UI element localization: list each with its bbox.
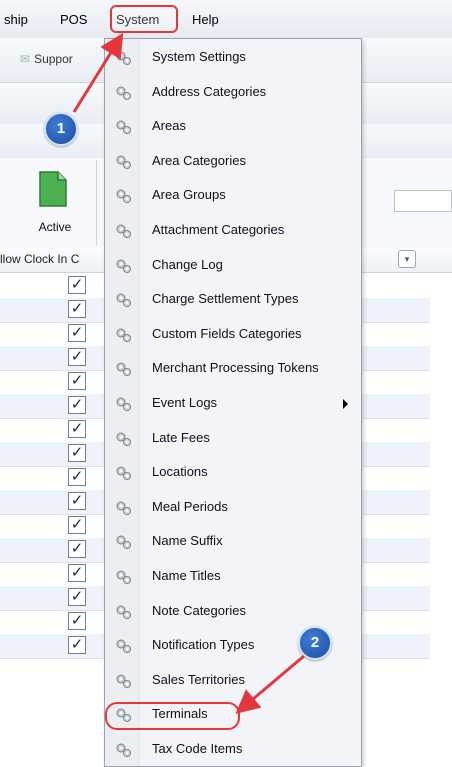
active-button[interactable]: Active <box>28 170 82 240</box>
gear-icon <box>116 155 131 169</box>
menu-item-label: Merchant Processing Tokens <box>152 360 319 376</box>
gear-icon <box>116 86 131 100</box>
gear-icon <box>116 259 131 273</box>
menu-help[interactable]: Help <box>192 10 219 30</box>
step-badge-1: 1 <box>44 112 78 146</box>
menu-item-areas[interactable]: Areas <box>105 110 361 144</box>
gear-icon <box>116 605 131 619</box>
allow-clock-in-checkbox[interactable]: ✓ <box>68 612 86 630</box>
menu-item-label: Late Fees <box>152 429 210 445</box>
allow-clock-in-checkbox[interactable]: ✓ <box>68 636 86 654</box>
menu-item-label: Meal Periods <box>152 498 228 514</box>
active-label: Active <box>38 220 72 234</box>
support-button[interactable]: ✉ Suppor <box>20 52 73 66</box>
menu-item-label: Charge Settlement Types <box>152 291 299 307</box>
search-field[interactable] <box>394 190 452 212</box>
allow-clock-in-checkbox[interactable]: ✓ <box>68 564 86 582</box>
allow-clock-in-checkbox[interactable]: ✓ <box>68 444 86 462</box>
allow-clock-in-checkbox[interactable]: ✓ <box>68 372 86 390</box>
gear-icon <box>116 397 131 411</box>
allow-clock-in-checkbox[interactable]: ✓ <box>68 420 86 438</box>
support-label: Suppor <box>34 52 73 66</box>
column-header-label: llow Clock In C <box>0 252 80 266</box>
menu-item-address-categories[interactable]: Address Categories <box>105 76 361 110</box>
menu-item-label: Name Suffix <box>152 533 223 549</box>
allow-clock-in-checkbox[interactable]: ✓ <box>68 348 86 366</box>
menu-item-attachment-categories[interactable]: Attachment Categories <box>105 214 361 248</box>
menu-item-event-logs[interactable]: Event Logs <box>105 387 361 421</box>
gear-icon <box>116 535 131 550</box>
menu-item-charge-settlement-types[interactable]: Charge Settlement Types <box>105 283 361 317</box>
allow-clock-in-checkbox[interactable]: ✓ <box>68 468 86 486</box>
allow-clock-in-checkbox[interactable]: ✓ <box>68 540 86 558</box>
gear-icon <box>116 570 131 584</box>
allow-clock-in-checkbox[interactable]: ✓ <box>68 396 86 414</box>
gear-icon <box>116 466 131 481</box>
column-filter-button[interactable]: ▾ <box>398 250 416 268</box>
terminals-highlight <box>105 702 240 730</box>
allow-clock-in-checkbox[interactable]: ✓ <box>68 324 86 342</box>
menu-item-label: Notification Types <box>152 637 255 653</box>
gear-icon <box>116 674 131 688</box>
gear-icon <box>116 328 131 342</box>
menu-item-label: Areas <box>152 118 186 134</box>
allow-clock-in-checkbox[interactable]: ✓ <box>68 516 86 534</box>
menu-item-label: Name Titles <box>152 568 221 583</box>
menu-item-label: Area Categories <box>152 152 246 168</box>
gear-icon <box>116 362 131 377</box>
menu-item-merchant-processing-tokens[interactable]: Merchant Processing Tokens <box>105 352 361 386</box>
menu-item-label: Change Log <box>152 256 223 272</box>
menu-item-custom-fields-categories[interactable]: Custom Fields Categories <box>105 318 361 352</box>
gear-icon <box>116 743 131 757</box>
menu-item-note-categories[interactable]: Note Categories <box>105 595 361 629</box>
menu-item-change-log[interactable]: Change Log <box>105 249 361 283</box>
menu-item-label: Event Logs <box>152 395 218 410</box>
system-menu-highlight <box>110 5 178 33</box>
gear-icon <box>116 224 131 238</box>
menu-item-name-suffix[interactable]: Name Suffix <box>105 525 361 559</box>
menu-item-name-titles[interactable]: Name Titles <box>105 560 361 594</box>
support-icon: ✉ <box>20 52 31 66</box>
menu-item-label: Area Groups <box>152 187 226 203</box>
gear-icon <box>116 293 131 308</box>
menu-bar: ship POS System Help <box>0 0 452 39</box>
menu-item-label: Note Categories <box>152 602 246 618</box>
menu-item-sales-territories[interactable]: Sales Territories <box>105 664 361 698</box>
gear-icon <box>116 51 131 65</box>
menu-item-label: Custom Fields Categories <box>152 325 302 341</box>
menu-item-label: Address Categories <box>152 83 267 99</box>
menu-item-area-categories[interactable]: Area Categories <box>105 145 361 179</box>
allow-clock-in-checkbox[interactable]: ✓ <box>68 588 86 606</box>
menu-pos[interactable]: POS <box>60 10 87 30</box>
menu-item-area-groups[interactable]: Area Groups <box>105 179 361 213</box>
gear-icon <box>116 639 131 654</box>
allow-clock-in-checkbox[interactable]: ✓ <box>68 276 86 294</box>
menu-item-label: Attachment Categories <box>152 222 285 237</box>
ribbon-separator <box>96 160 97 246</box>
menu-item-system-settings[interactable]: System Settings <box>105 41 361 75</box>
menu-item-tax-code-items[interactable]: Tax Code Items <box>105 733 361 767</box>
gear-icon <box>116 432 131 446</box>
gear-icon <box>116 501 131 515</box>
menu-item-label: Locations <box>152 464 208 480</box>
step-badge-2: 2 <box>298 626 332 660</box>
menu-item-meal-periods[interactable]: Meal Periods <box>105 491 361 525</box>
menu-item-label: Sales Territories <box>152 671 245 687</box>
document-icon <box>39 171 67 207</box>
menu-item-late-fees[interactable]: Late Fees <box>105 422 361 456</box>
menu-item-label: System Settings <box>152 49 246 64</box>
menu-item-label: Tax Code Items <box>152 741 243 756</box>
menu-item-locations[interactable]: Locations <box>105 456 361 490</box>
menu-ship[interactable]: ship <box>4 10 28 30</box>
gear-icon <box>116 189 131 204</box>
allow-clock-in-checkbox[interactable]: ✓ <box>68 492 86 510</box>
allow-clock-in-checkbox[interactable]: ✓ <box>68 300 86 318</box>
submenu-arrow-icon <box>343 399 348 409</box>
gear-icon <box>116 120 131 135</box>
